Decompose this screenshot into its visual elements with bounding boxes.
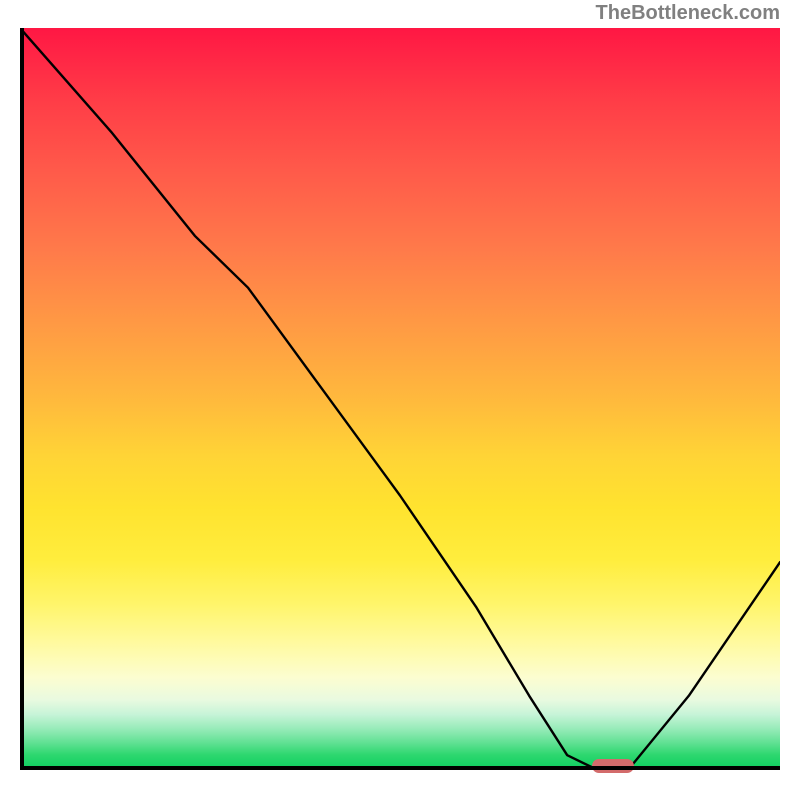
- x-axis: [20, 766, 780, 770]
- y-axis: [20, 28, 24, 770]
- bottleneck-curve: [20, 28, 780, 770]
- chart-container: [20, 28, 780, 788]
- watermark-text: TheBottleneck.com: [596, 2, 780, 25]
